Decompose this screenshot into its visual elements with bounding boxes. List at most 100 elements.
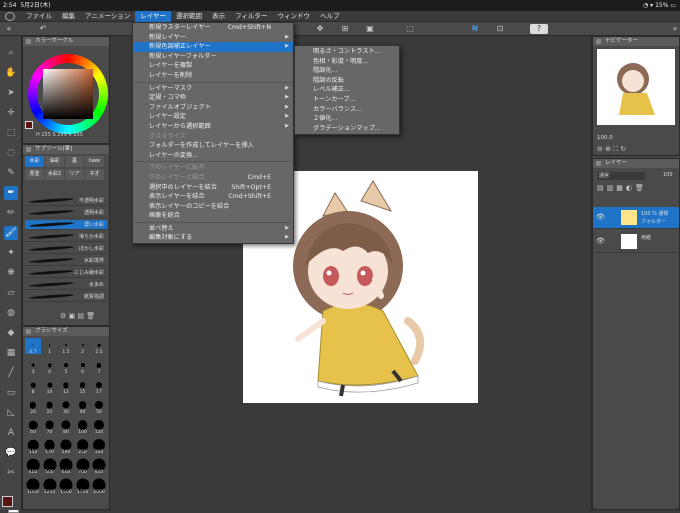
subtool-tab[interactable]: 厚塗 <box>25 169 44 180</box>
balloon-tool-icon[interactable]: 💬 <box>4 446 18 460</box>
menu-file[interactable]: ファイル <box>21 11 57 22</box>
layer-menu-item[interactable]: レイヤーマスク ▶ <box>133 84 293 94</box>
menu-animation[interactable]: アニメーション <box>80 11 135 22</box>
frame-icon[interactable]: ▣ <box>365 24 375 34</box>
brush-size-option[interactable]: 700 <box>75 458 91 475</box>
color-correction-item[interactable]: ２値化... <box>295 114 399 124</box>
layer-menu-item[interactable]: 表示レイヤーを結合 Cmd+Shift+E <box>133 192 293 202</box>
ruler-icon[interactable]: ⊡ <box>495 24 505 34</box>
brush-size-option[interactable]: 2 <box>75 338 91 355</box>
eyedropper-tool-icon[interactable]: ✎ <box>4 166 18 180</box>
brush-size-option[interactable]: 70 <box>42 418 58 435</box>
color-correction-item[interactable]: グラデーションマップ... <box>295 124 399 134</box>
pencil-tool-icon[interactable]: ✏ <box>4 206 18 220</box>
brush-size-option[interactable]: 30 <box>58 398 74 415</box>
current-color-chip[interactable] <box>25 121 33 129</box>
mask-icon[interactable]: ◐ <box>626 184 635 192</box>
brush-size-option[interactable]: 50 <box>91 398 107 415</box>
brush-size-option[interactable]: 150 <box>25 438 41 455</box>
layer-menu-item[interactable]: 定規・コマ枠 ▶ <box>133 93 293 103</box>
brush-size-option[interactable]: 6 <box>75 358 91 375</box>
collapse-left-icon[interactable]: « <box>4 24 14 34</box>
layer-menu-item[interactable]: フォルダーを作成してレイヤーを挿入 <box>133 141 293 151</box>
brush-size-option[interactable]: 15 <box>75 378 91 395</box>
brush-preset[interactable]: 不透明水彩 <box>25 196 107 206</box>
menu-filter[interactable]: フィルター <box>230 11 272 22</box>
brush-size-option[interactable]: 1200 <box>42 478 58 495</box>
layer-menu-item[interactable]: レイヤーを複製 <box>133 61 293 71</box>
zoom-tool-icon[interactable]: ⌕ <box>4 46 18 60</box>
color-correction-item[interactable]: トーンカーブ... <box>295 95 399 105</box>
menu-view[interactable]: 表示 <box>207 11 230 22</box>
delete-subtool-icon[interactable]: 🗑 <box>86 312 95 320</box>
zoom-in-icon[interactable]: ⊕ <box>605 145 611 153</box>
move-tool-icon[interactable]: ✋ <box>4 66 18 80</box>
layer-row[interactable]: 👁 100 % 通常 フォルダー <box>593 207 679 229</box>
brush-size-option[interactable]: 1000 <box>25 478 41 495</box>
collapse-right-icon[interactable]: » <box>670 24 680 34</box>
deselect-icon[interactable]: ⬚ <box>405 24 415 34</box>
brush-size-option[interactable]: 25 <box>42 398 58 415</box>
brush-size-option[interactable]: 20 <box>25 398 41 415</box>
ruler-tool-icon[interactable]: ◺ <box>4 406 18 420</box>
menu-selection[interactable]: 選択範囲 <box>171 11 207 22</box>
layer-menu-item[interactable]: レイヤーから選択範囲 ▶ <box>133 122 293 132</box>
brush-size-option[interactable]: 1500 <box>58 478 74 495</box>
brush-size-option[interactable]: 250 <box>75 438 91 455</box>
layer-menu-item[interactable]: 画像を統合 <box>133 211 293 221</box>
blend-tool-icon[interactable]: ◍ <box>4 306 18 320</box>
brush-size-option[interactable]: 5 <box>58 358 74 375</box>
layer-opacity[interactable]: 100 <box>663 172 673 178</box>
brush-size-option[interactable]: 600 <box>58 458 74 475</box>
layer-menu-item[interactable]: 選択中のレイヤーを結合 Shift+Opt+E <box>133 183 293 193</box>
grid-icon[interactable]: ⊞ <box>340 24 350 34</box>
brush-size-option[interactable]: 8 <box>25 378 41 395</box>
brush-preset[interactable]: 滑らか水彩 <box>25 232 107 242</box>
color-correction-item[interactable]: レベル補正... <box>295 85 399 95</box>
brush-preset[interactable]: にじみ縁水彩 <box>25 268 107 278</box>
color-correction-item[interactable]: カラーバランス... <box>295 105 399 115</box>
copy-subtool-icon[interactable]: ▣ <box>69 312 76 320</box>
brush-size-option[interactable]: 100 <box>75 418 91 435</box>
pen-tool-icon[interactable]: ✒ <box>4 186 18 200</box>
layer-menu-item[interactable]: 新規レイヤーフォルダー <box>133 52 293 62</box>
color-correction-item[interactable]: 階調の反転 <box>295 76 399 86</box>
brush-size-option[interactable]: 7 <box>91 358 107 375</box>
new-subtool-icon[interactable]: ▤ <box>77 312 84 320</box>
brush-size-option[interactable]: 12 <box>58 378 74 395</box>
gradient-tool-icon[interactable]: ▦ <box>4 346 18 360</box>
fill-tool-icon[interactable]: ◆ <box>4 326 18 340</box>
lasso-tool-icon[interactable]: ◌ <box>4 146 18 160</box>
subtool-tab[interactable]: ネオ <box>85 169 104 180</box>
layer-menu-item[interactable]: レイヤーの変換... <box>133 151 293 161</box>
correction-tool-icon[interactable]: ✂ <box>4 466 18 480</box>
saturation-value-square[interactable] <box>43 69 93 119</box>
layer-menu-item[interactable]: 表示レイヤーのコピーを結合 <box>133 202 293 212</box>
new-vector-icon[interactable]: ▥ <box>607 184 617 192</box>
folder-icon[interactable]: ▦ <box>616 184 626 192</box>
help-icon[interactable]: ? <box>530 24 548 34</box>
frame-tool-icon[interactable]: ▭ <box>4 386 18 400</box>
brush-size-option[interactable]: 3 <box>25 358 41 375</box>
brush-size-option[interactable]: 4 <box>42 358 58 375</box>
fit-icon[interactable]: ⛶ <box>613 145 618 153</box>
transform-icon[interactable]: ✥ <box>315 24 325 34</box>
brush-size-option[interactable]: 800 <box>91 458 107 475</box>
brush-size-option[interactable]: 300 <box>91 438 107 455</box>
visibility-eye-icon[interactable]: 👁 <box>596 213 605 221</box>
brush-size-option[interactable]: 1700 <box>75 478 91 495</box>
zoom-out-icon[interactable]: ⊖ <box>597 145 603 153</box>
main-color-swatch[interactable] <box>2 496 13 507</box>
brush-preset[interactable]: ぼかし水彩 <box>25 244 107 254</box>
rotate-icon[interactable]: ↻ <box>620 145 626 153</box>
airbrush-tool-icon[interactable]: ✦ <box>4 246 18 260</box>
subtool-tab[interactable]: 水彩2 <box>45 169 64 180</box>
decoration-tool-icon[interactable]: ❋ <box>4 266 18 280</box>
layer-menu-item[interactable]: 新規色調補正レイヤー ▶ <box>133 42 293 52</box>
layer-menu-item[interactable]: 並べ替え ▶ <box>133 224 293 234</box>
brush-preset[interactable]: 紙質強調 <box>25 292 107 302</box>
subtool-settings-icon[interactable]: ⚙ <box>60 312 66 320</box>
brush-size-option[interactable]: 10 <box>42 378 58 395</box>
layer-menu-item[interactable]: レイヤー設定 ▶ <box>133 112 293 122</box>
brush-size-option[interactable]: 2000 <box>91 478 107 495</box>
